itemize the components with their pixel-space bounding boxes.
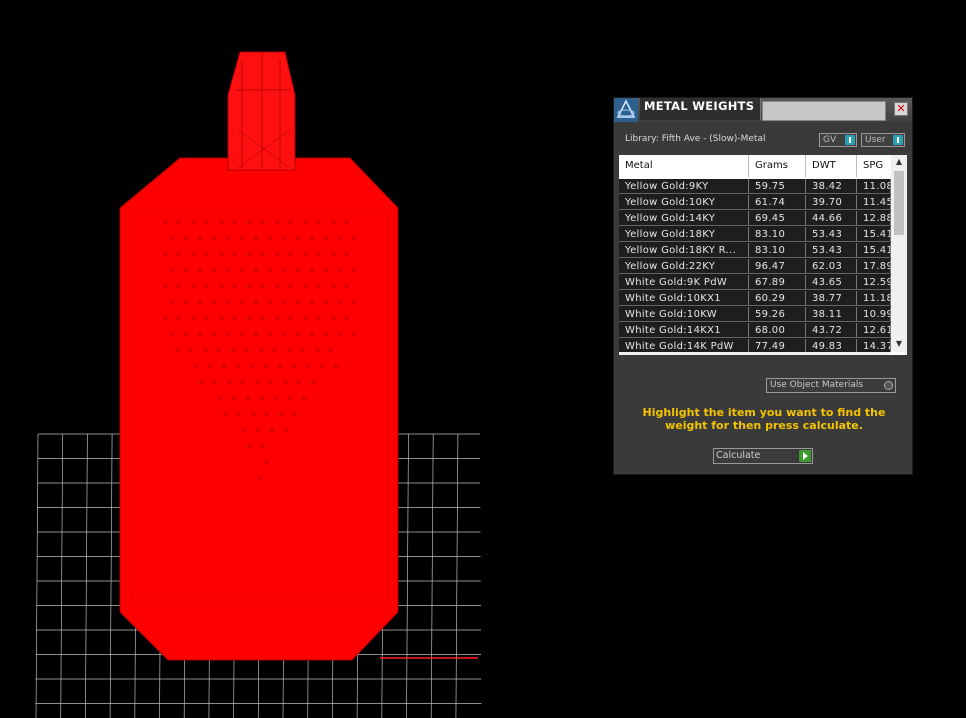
table-row[interactable]: White Gold:9K PdW 67.89 43.65 12.59	[619, 275, 891, 291]
table-row[interactable]: Yellow Gold:18KY 83.10 53.43 15.41	[619, 227, 891, 243]
table-cell: 11.18	[857, 291, 891, 306]
info-icon	[893, 135, 903, 145]
table-cell: Yellow Gold:18KY R...	[619, 243, 749, 258]
scroll-up-icon[interactable]: ▲	[891, 157, 907, 166]
table-cell: 10.99	[857, 307, 891, 322]
table-cell: 12.59	[857, 275, 891, 290]
table-cell: 43.65	[806, 275, 857, 290]
table-cell: 68.00	[749, 323, 806, 338]
table-cell: 17.89	[857, 259, 891, 274]
table-row[interactable]: Yellow Gold:14KY 69.45 44.66 12.88	[619, 211, 891, 227]
table-cell: 62.03	[806, 259, 857, 274]
info-icon	[845, 135, 855, 145]
calculate-button[interactable]: Calculate	[713, 448, 813, 464]
horizontal-scrollbar[interactable]: ◀ ▶	[619, 352, 891, 355]
pendant-model[interactable]	[119, 51, 399, 661]
table-row[interactable]: White Gold:14KX1 68.00 43.72 12.61	[619, 323, 891, 339]
table-cell: 39.70	[806, 195, 857, 210]
table-cell: 43.72	[806, 323, 857, 338]
radio-icon	[884, 381, 893, 390]
scroll-left-icon[interactable]: ◀	[619, 354, 635, 355]
table-row[interactable]: Yellow Gold:22KY 96.47 62.03 17.89	[619, 259, 891, 275]
table-cell: 38.77	[806, 291, 857, 306]
table-cell: 49.83	[806, 339, 857, 352]
vertical-scrollbar[interactable]: ▲ ▼	[891, 155, 907, 352]
table-cell: White Gold:10KX1	[619, 291, 749, 306]
scroll-down-icon[interactable]: ▼	[891, 339, 907, 348]
panel-title: METAL WEIGHTS	[644, 99, 755, 113]
table-cell: Yellow Gold:22KY	[619, 259, 749, 274]
column-header-grams[interactable]: Grams	[749, 155, 806, 177]
table-cell: White Gold:9K PdW	[619, 275, 749, 290]
table-cell: Yellow Gold:9KY	[619, 179, 749, 194]
table-cell: 61.74	[749, 195, 806, 210]
table-cell: 83.10	[749, 243, 806, 258]
table-cell: White Gold:14KX1	[619, 323, 749, 338]
table-cell: White Gold:10KW	[619, 307, 749, 322]
column-header-spg[interactable]: SPG	[857, 155, 891, 177]
calculate-label: Calculate	[716, 450, 761, 461]
table-header: Metal Grams DWT SPG	[619, 155, 891, 177]
instruction-text: Highlight the item you want to find the …	[642, 406, 886, 432]
play-icon	[799, 450, 811, 462]
table-cell: 59.26	[749, 307, 806, 322]
vertical-scroll-thumb[interactable]	[894, 171, 904, 235]
table-row[interactable]: White Gold:10KW 59.26 38.11 10.99	[619, 307, 891, 323]
table-cell: 12.88	[857, 211, 891, 226]
table-cell: 38.42	[806, 179, 857, 194]
use-object-materials-label: Use Object Materials	[770, 380, 864, 390]
table-cell: 14.37	[857, 339, 891, 352]
table-cell: 15.41	[857, 227, 891, 242]
table-row[interactable]: White Gold:10KX1 60.29 38.77 11.18	[619, 291, 891, 307]
library-label: Library: Fifth Ave - (Slow)-Metal	[625, 134, 766, 144]
table-cell: 96.47	[749, 259, 806, 274]
table-row[interactable]: Yellow Gold:10KY 61.74 39.70 11.45	[619, 195, 891, 211]
gv-toggle-label: GV	[823, 135, 837, 145]
table-cell: 44.66	[806, 211, 857, 226]
table-cell: Yellow Gold:10KY	[619, 195, 749, 210]
scroll-right-icon[interactable]: ▶	[875, 354, 891, 355]
column-header-metal[interactable]: Metal	[619, 155, 749, 177]
table-row[interactable]: White Gold:14K PdW 77.49 49.83 14.37	[619, 339, 891, 352]
column-header-dwt[interactable]: DWT	[806, 155, 857, 177]
use-object-materials-toggle[interactable]: Use Object Materials	[766, 378, 896, 393]
table-cell: 67.89	[749, 275, 806, 290]
table-cell: Yellow Gold:14KY	[619, 211, 749, 226]
table-body: Yellow Gold:9KY 59.75 38.42 11.08 Yellow Gol…	[619, 179, 891, 352]
user-toggle-label: User	[865, 135, 886, 145]
table-cell: 83.10	[749, 227, 806, 242]
table-cell: 53.43	[806, 227, 857, 242]
table-cell: 15.41	[857, 243, 891, 258]
table-cell: 53.43	[806, 243, 857, 258]
table-cell: 11.45	[857, 195, 891, 210]
table-cell: 59.75	[749, 179, 806, 194]
table-row[interactable]: Yellow Gold:18KY R... 83.10 53.43 15.41	[619, 243, 891, 259]
close-button[interactable]: ✕	[894, 102, 908, 116]
metal-weights-panel: METAL WEIGHTS ✕ Library: Fifth Ave - (Sl…	[613, 97, 913, 475]
table-cell: 12.61	[857, 323, 891, 338]
table-cell: 77.49	[749, 339, 806, 352]
metal-table[interactable]: Metal Grams DWT SPG Yellow Gold:9KY 59.75…	[619, 155, 907, 355]
table-cell: White Gold:14K PdW	[619, 339, 749, 352]
app-logo-icon	[614, 98, 638, 122]
table-cell: 60.29	[749, 291, 806, 306]
table-cell: 69.45	[749, 211, 806, 226]
panel-titlebar[interactable]: METAL WEIGHTS ✕	[614, 98, 912, 122]
titlebar-filler	[762, 101, 886, 121]
user-toggle[interactable]: User	[861, 133, 905, 147]
table-row[interactable]: Yellow Gold:9KY 59.75 38.42 11.08	[619, 179, 891, 195]
table-cell: Yellow Gold:18KY	[619, 227, 749, 242]
table-cell: 11.08	[857, 179, 891, 194]
table-cell: 38.11	[806, 307, 857, 322]
gv-toggle[interactable]: GV	[819, 133, 857, 147]
